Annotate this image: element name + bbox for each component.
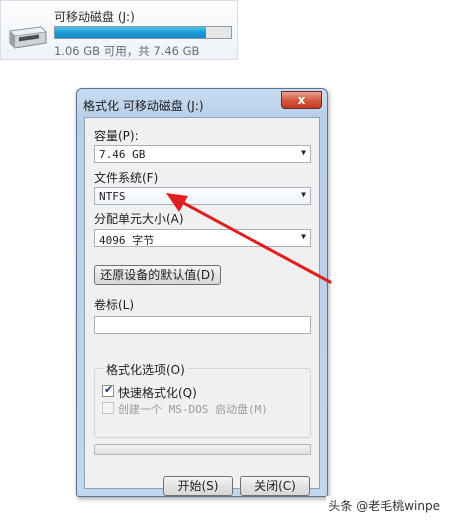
removable-drive-tile[interactable]: 可移动磁盘 (J:) 1.06 GB 可用，共 7.46 GB: [0, 0, 238, 60]
format-dialog: 格式化 可移动磁盘 (J:) x 容量(P): 7.46 GB ▼ 文件系统(F…: [76, 88, 328, 497]
drive-usage-fill: [55, 27, 207, 38]
filesystem-value: NTFS: [99, 190, 126, 203]
drive-space-text: 1.06 GB 可用，共 7.46 GB: [54, 44, 200, 58]
drive-usage-bar: [54, 26, 232, 39]
format-options-title: 格式化选项(O): [103, 361, 188, 378]
watermark-text: 头条 @老毛桃winpe: [326, 496, 442, 515]
msdos-boot-label: 创建一个 MS-DOS 启动盘(M): [118, 403, 268, 416]
dialog-client-area: 容量(P): 7.46 GB ▼ 文件系统(F) NTFS ▼ 分配单元大小(A…: [84, 117, 320, 496]
drive-name: 可移动磁盘 (J:): [54, 10, 135, 24]
filesystem-label: 文件系统(F): [94, 171, 159, 185]
format-progress-bar: [94, 444, 311, 455]
chevron-down-icon: ▼: [301, 148, 306, 157]
allocation-label: 分配单元大小(A): [94, 212, 184, 226]
chevron-down-icon: ▼: [301, 232, 306, 241]
volume-label: 卷标(L): [94, 298, 135, 312]
capacity-label: 容量(P):: [94, 129, 139, 143]
removable-drive-icon: [9, 26, 47, 49]
msdos-boot-checkbox[interactable]: [102, 402, 114, 414]
filesystem-select[interactable]: NTFS ▼: [94, 187, 311, 205]
allocation-value: 4096 字节: [99, 234, 155, 247]
start-button[interactable]: 开始(S): [163, 476, 233, 496]
close-button[interactable]: 关闭(C): [240, 476, 310, 496]
volume-label-input[interactable]: [94, 316, 311, 334]
format-options-group: 格式化选项(O) ✔ 快速格式化(Q) 创建一个 MS-DOS 启动盘(M): [94, 361, 311, 438]
restore-defaults-button[interactable]: 还原设备的默认值(D): [94, 265, 221, 285]
quick-format-label[interactable]: 快速格式化(Q): [118, 384, 197, 401]
dialog-title: 格式化 可移动磁盘 (J:): [83, 99, 204, 113]
checkmark-icon: ✔: [104, 383, 114, 396]
quick-format-checkbox[interactable]: ✔: [102, 383, 114, 397]
close-icon: x: [297, 93, 306, 107]
chevron-down-icon: ▼: [301, 190, 306, 199]
allocation-select[interactable]: 4096 字节 ▼: [94, 229, 311, 247]
titlebar-close-button[interactable]: x: [281, 91, 322, 109]
capacity-select[interactable]: 7.46 GB ▼: [94, 145, 311, 163]
capacity-value: 7.46 GB: [99, 148, 146, 161]
dialog-titlebar[interactable]: 格式化 可移动磁盘 (J:) x: [77, 89, 327, 117]
